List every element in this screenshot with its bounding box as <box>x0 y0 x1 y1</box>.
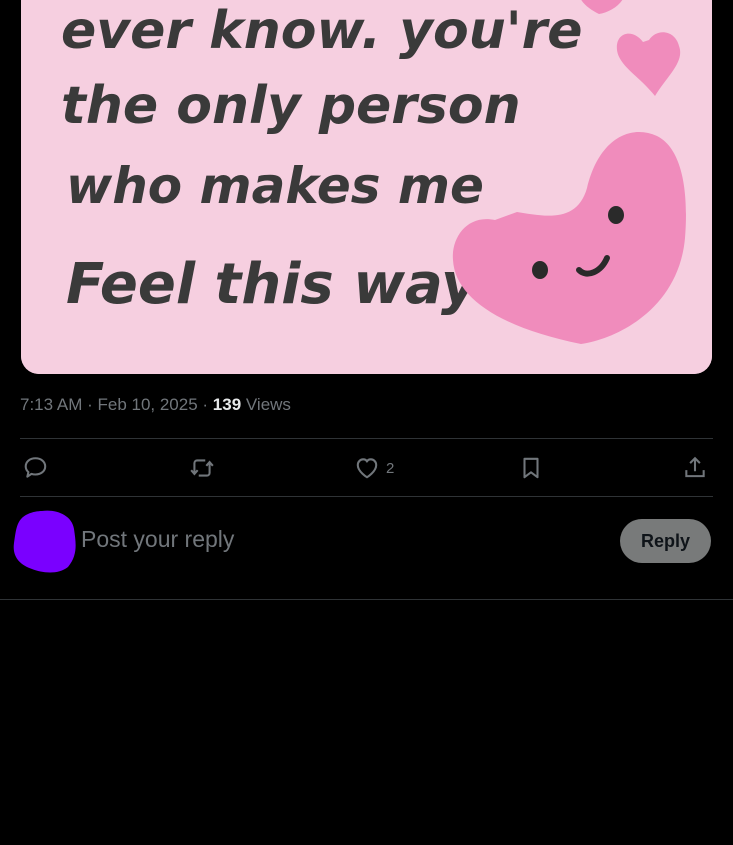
heart-eye-right <box>608 206 624 224</box>
heart-icon <box>356 458 378 479</box>
share-icon <box>685 456 705 478</box>
meta-separator: · <box>82 395 98 414</box>
reply-button[interactable]: Reply <box>620 519 711 563</box>
handwritten-line-3: who makes me <box>66 157 484 215</box>
reply-composer: Reply <box>0 497 733 599</box>
post-time[interactable]: 7:13 AM <box>20 395 82 414</box>
share-action-button[interactable] <box>682 455 708 481</box>
bookmark-action-button[interactable] <box>518 455 544 481</box>
like-count: 2 <box>386 459 395 477</box>
post-actions-bar: 2 <box>20 440 713 495</box>
reply-action-button[interactable] <box>23 455 49 481</box>
avatar[interactable] <box>12 509 76 573</box>
handwritten-line-2: the only person <box>61 76 521 136</box>
handwritten-line-1: ever know. you're <box>61 1 583 61</box>
post-metadata: 7:13 AM · Feb 10, 2025 · 139 Views <box>20 395 291 415</box>
post-image[interactable]: ever know. you're the only person who ma… <box>21 0 712 374</box>
bookmark-icon <box>523 457 539 479</box>
repost-icon <box>190 459 214 477</box>
post-date[interactable]: Feb 10, 2025 <box>97 395 197 414</box>
reply-input[interactable] <box>81 521 601 557</box>
like-action-button[interactable]: 2 <box>354 455 394 481</box>
views-label: Views <box>241 395 291 414</box>
meta-separator: · <box>197 395 213 414</box>
views-count: 139 <box>212 395 242 414</box>
empty-area <box>0 600 733 845</box>
reply-icon <box>24 457 47 478</box>
repost-action-button[interactable] <box>189 455 215 481</box>
divider <box>20 438 713 439</box>
heart-eye-left <box>532 261 548 279</box>
handwritten-line-4: Feel this way <box>66 252 480 317</box>
